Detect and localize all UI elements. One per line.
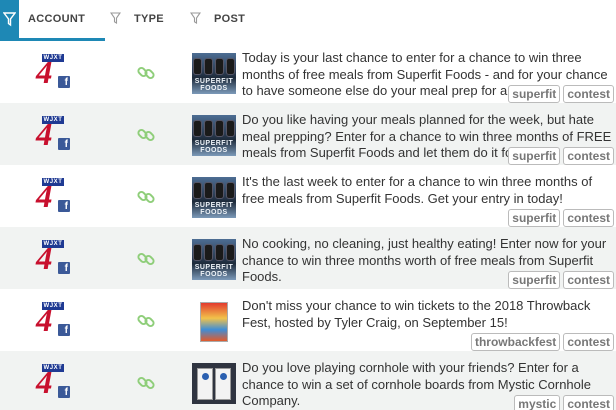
thumbnail-caption: SUPERFIT FOODS — [194, 140, 234, 154]
tag-chip[interactable]: contest — [563, 333, 614, 351]
post-thumbnail[interactable]: SUPERFIT FOODS — [192, 239, 236, 280]
column-filter-icon[interactable] — [110, 12, 121, 25]
tag-chip[interactable]: contest — [563, 395, 614, 410]
account-logo[interactable]: 4 WJXT f — [36, 178, 72, 214]
post-thumbnail[interactable] — [192, 363, 236, 404]
table-row[interactable]: 4 WJXT f Don't miss your chance to win t… — [0, 289, 616, 351]
logo-number: 4 — [36, 365, 53, 401]
logo-number: 4 — [36, 179, 53, 215]
facebook-icon: f — [58, 76, 70, 88]
thumbnail-caption: SUPERFIT FOODS — [194, 264, 234, 278]
filter-funnel-icon — [3, 12, 16, 27]
link-icon — [137, 376, 155, 390]
account-logo[interactable]: 4 WJXT f — [36, 302, 72, 338]
tag-chip[interactable]: contest — [563, 209, 614, 227]
column-header-label: POST — [214, 13, 246, 25]
tag-list: superfit contest — [508, 147, 614, 165]
table-row[interactable]: 4 WJXT f Do you love playing cornhole wi… — [0, 351, 616, 410]
thumbnail-caption: SUPERFIT FOODS — [194, 202, 234, 216]
tag-list: superfit contest — [508, 271, 614, 289]
account-logo[interactable]: 4 WJXT f — [36, 116, 72, 152]
link-icon — [137, 66, 155, 80]
link-icon — [137, 190, 155, 204]
facebook-icon: f — [58, 386, 70, 398]
post-thumbnail[interactable]: SUPERFIT FOODS — [192, 177, 236, 218]
event-poster-image — [200, 302, 228, 342]
column-filter-icon[interactable] — [190, 12, 201, 25]
facebook-icon: f — [58, 138, 70, 150]
tag-chip[interactable]: superfit — [508, 85, 561, 103]
link-icon — [137, 314, 155, 328]
table-row[interactable]: 4 WJXT f SUPERFIT FOODS Do you like havi… — [0, 103, 616, 165]
logo-number: 4 — [36, 55, 53, 91]
post-thumbnail[interactable] — [192, 301, 236, 342]
post-text: It's the last week to enter for a chance… — [242, 174, 593, 206]
table-row[interactable]: 4 WJXT f SUPERFIT FOODS Today is your la… — [0, 41, 616, 103]
post-thumbnail[interactable]: SUPERFIT FOODS — [192, 115, 236, 156]
logo-number: 4 — [36, 303, 53, 339]
column-header-label: ACCOUNT — [28, 13, 86, 25]
logo-callsign: WJXT — [42, 240, 64, 248]
logo-number: 4 — [36, 117, 53, 153]
tag-list: mystic contest — [514, 395, 614, 410]
tag-chip[interactable]: superfit — [508, 271, 561, 289]
tag-chip[interactable]: contest — [563, 85, 614, 103]
tag-chip[interactable]: mystic — [514, 395, 561, 410]
table-header: ACCOUNT TYPE POST — [0, 0, 616, 41]
logo-callsign: WJXT — [42, 54, 64, 62]
logo-callsign: WJXT — [42, 116, 64, 124]
post-thumbnail[interactable]: SUPERFIT FOODS — [192, 53, 236, 94]
logo-callsign: WJXT — [42, 364, 64, 372]
logo-callsign: WJXT — [42, 178, 64, 186]
filter-toggle-button[interactable] — [0, 0, 19, 41]
thumbnail-caption: SUPERFIT FOODS — [194, 78, 234, 92]
column-header-label: TYPE — [134, 13, 164, 25]
account-logo[interactable]: 4 WJXT f — [36, 54, 72, 90]
facebook-icon: f — [58, 324, 70, 336]
logo-callsign: WJXT — [42, 302, 64, 310]
tag-list: superfit contest — [508, 209, 614, 227]
tag-chip[interactable]: contest — [563, 147, 614, 165]
facebook-icon: f — [58, 262, 70, 274]
table-row[interactable]: 4 WJXT f SUPERFIT FOODS No cooking, no c… — [0, 227, 616, 289]
tag-list: superfit contest — [508, 85, 614, 103]
account-logo[interactable]: 4 WJXT f — [36, 240, 72, 276]
tag-chip[interactable]: superfit — [508, 209, 561, 227]
table-row[interactable]: 4 WJXT f SUPERFIT FOODS It's the last we… — [0, 165, 616, 227]
post-text: Don't miss your chance to win tickets to… — [242, 298, 591, 330]
tag-chip[interactable]: superfit — [508, 147, 561, 165]
account-logo[interactable]: 4 WJXT f — [36, 364, 72, 400]
tag-chip[interactable]: throwbackfest — [470, 333, 561, 351]
tag-list: throwbackfest contest — [470, 333, 614, 351]
link-icon — [137, 128, 155, 142]
facebook-icon: f — [58, 200, 70, 212]
link-icon — [137, 252, 155, 266]
tag-chip[interactable]: contest — [563, 271, 614, 289]
logo-number: 4 — [36, 241, 53, 277]
